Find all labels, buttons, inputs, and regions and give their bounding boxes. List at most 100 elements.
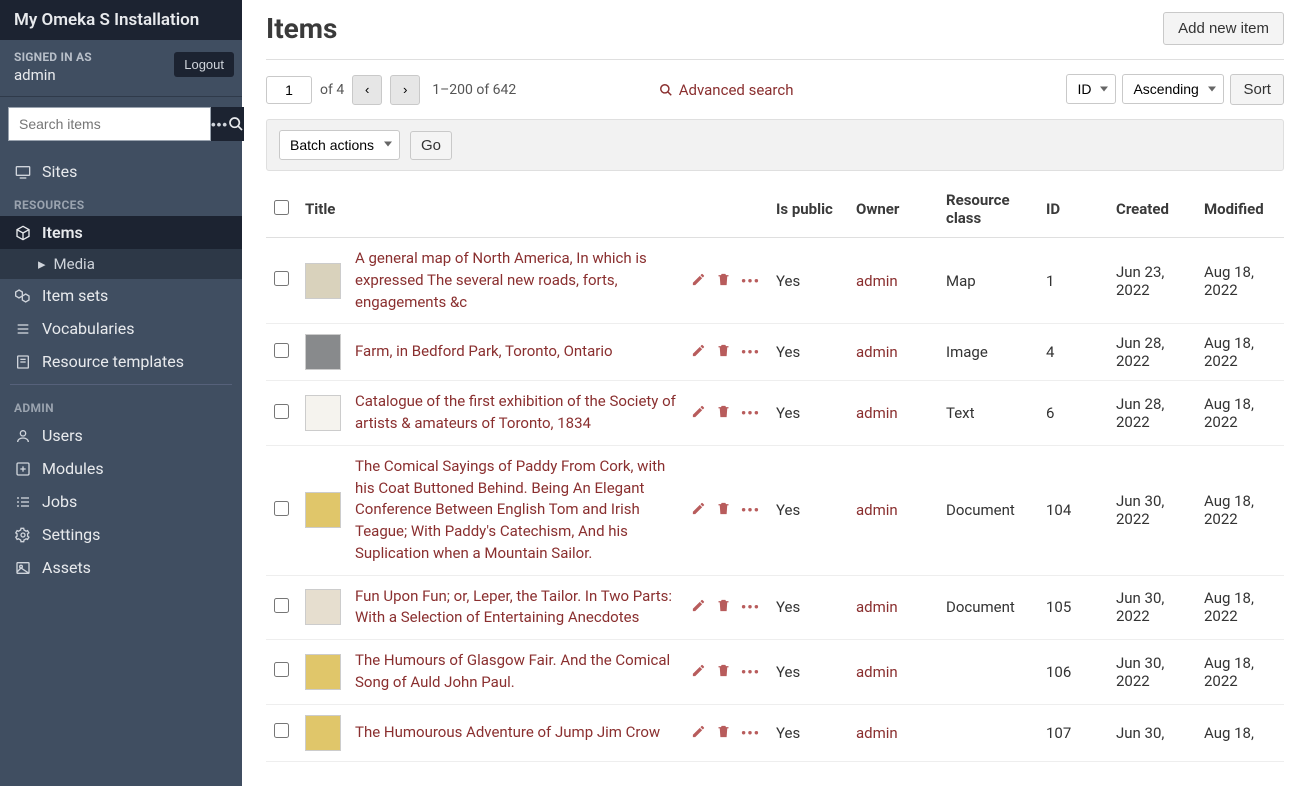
add-new-item-button[interactable]: Add new item	[1163, 12, 1284, 45]
row-checkbox[interactable]	[274, 501, 289, 516]
ellipsis-icon[interactable]: •••	[741, 724, 760, 742]
monitor-icon	[14, 164, 32, 180]
owner-link[interactable]: admin	[856, 501, 898, 519]
col-is-public[interactable]: Is public	[768, 181, 848, 238]
nav-item-sets[interactable]: Item sets	[0, 279, 242, 312]
ellipsis-icon[interactable]: •••	[741, 598, 760, 616]
cell-id: 104	[1038, 445, 1108, 575]
row-checkbox[interactable]	[274, 598, 289, 613]
nav-resource-templates[interactable]: Resource templates	[0, 345, 242, 378]
row-checkbox[interactable]	[274, 271, 289, 286]
trash-icon[interactable]	[716, 404, 731, 422]
cell-created: Jun 23, 2022	[1108, 238, 1196, 324]
nav-users[interactable]: Users	[0, 419, 242, 452]
item-title-link[interactable]: Fun Upon Fun; or, Leper, the Tailor. In …	[355, 586, 681, 630]
items-table: Title Is public Owner Resource class ID …	[266, 181, 1284, 762]
col-id[interactable]: ID	[1038, 181, 1108, 238]
nav-settings[interactable]: Settings	[0, 518, 242, 551]
owner-link[interactable]: admin	[856, 598, 898, 616]
select-all-checkbox[interactable]	[274, 200, 289, 215]
owner-link[interactable]: admin	[856, 663, 898, 681]
trash-icon[interactable]	[716, 343, 731, 361]
cell-is-public: Yes	[768, 640, 848, 705]
cell-modified: Aug 18, 2022	[1196, 324, 1284, 381]
nav-jobs[interactable]: Jobs	[0, 485, 242, 518]
sort-field-select[interactable]: ID	[1066, 74, 1116, 104]
row-checkbox[interactable]	[274, 723, 289, 738]
col-modified[interactable]: Modified	[1196, 181, 1284, 238]
next-page-button[interactable]: ›	[390, 75, 420, 105]
item-thumbnail[interactable]	[305, 263, 341, 299]
owner-link[interactable]: admin	[856, 724, 898, 742]
batch-go-button[interactable]: Go	[410, 131, 452, 160]
owner-link[interactable]: admin	[856, 404, 898, 422]
nav-sites[interactable]: Sites	[0, 155, 242, 188]
page-range-text: 1–200 of 642	[432, 82, 516, 98]
owner-link[interactable]: admin	[856, 343, 898, 361]
caret-right-icon: ▸	[38, 255, 46, 273]
item-title-link[interactable]: The Comical Sayings of Paddy From Cork, …	[355, 456, 681, 565]
row-checkbox[interactable]	[274, 662, 289, 677]
sort-direction-select[interactable]: Ascending	[1122, 74, 1224, 104]
item-title-link[interactable]: Farm, in Bedford Park, Toronto, Ontario	[355, 341, 613, 363]
logout-button[interactable]: Logout	[174, 52, 234, 77]
item-title-link[interactable]: A general map of North America, In which…	[355, 248, 681, 313]
ellipsis-icon[interactable]: •••	[741, 501, 760, 519]
cell-created: Jun 28, 2022	[1108, 381, 1196, 446]
item-thumbnail[interactable]	[305, 715, 341, 751]
nav-label: Jobs	[42, 492, 77, 511]
trash-icon[interactable]	[716, 663, 731, 681]
trash-icon[interactable]	[716, 501, 731, 519]
item-title-link[interactable]: The Humours of Glasgow Fair. And the Com…	[355, 650, 681, 694]
search-options-button[interactable]: •••	[211, 107, 228, 141]
ellipsis-icon[interactable]: •••	[741, 272, 760, 290]
sort-button[interactable]: Sort	[1230, 74, 1284, 105]
trash-icon[interactable]	[716, 272, 731, 290]
nav-label: Modules	[42, 459, 104, 478]
col-resource-class[interactable]: Resource class	[938, 181, 1038, 238]
trash-icon[interactable]	[716, 598, 731, 616]
nav-vocabularies[interactable]: Vocabularies	[0, 312, 242, 345]
search-input[interactable]	[8, 107, 211, 141]
col-created[interactable]: Created	[1108, 181, 1196, 238]
table-row: The Humours of Glasgow Fair. And the Com…	[266, 640, 1284, 705]
table-row: The Humourous Adventure of Jump Jim Crow…	[266, 704, 1284, 761]
nav-items[interactable]: Items	[0, 216, 242, 249]
edit-icon[interactable]	[691, 404, 706, 422]
col-owner[interactable]: Owner	[848, 181, 938, 238]
brand-title[interactable]: My Omeka S Installation	[0, 0, 242, 40]
cell-modified: Aug 18, 2022	[1196, 575, 1284, 640]
nav-media[interactable]: ▸ Media	[0, 249, 242, 279]
edit-icon[interactable]	[691, 663, 706, 681]
item-thumbnail[interactable]	[305, 334, 341, 370]
nav-assets[interactable]: Assets	[0, 551, 242, 584]
col-title[interactable]: Title	[297, 181, 768, 238]
item-thumbnail[interactable]	[305, 492, 341, 528]
item-thumbnail[interactable]	[305, 589, 341, 625]
item-thumbnail[interactable]	[305, 654, 341, 690]
cell-created: Jun 30, 2022	[1108, 575, 1196, 640]
edit-icon[interactable]	[691, 343, 706, 361]
prev-page-button[interactable]: ‹	[352, 75, 382, 105]
ellipsis-icon[interactable]: •••	[741, 343, 760, 361]
nav-heading-resources: RESOURCES	[0, 188, 242, 216]
advanced-search-link[interactable]: Advanced search	[659, 81, 794, 99]
item-title-link[interactable]: The Humourous Adventure of Jump Jim Crow	[355, 722, 660, 744]
edit-icon[interactable]	[691, 501, 706, 519]
ellipsis-icon[interactable]: •••	[741, 404, 760, 422]
item-title-link[interactable]: Catalogue of the first exhibition of the…	[355, 391, 681, 435]
edit-icon[interactable]	[691, 598, 706, 616]
nav-label: Settings	[42, 525, 100, 544]
ellipsis-icon[interactable]: •••	[741, 663, 760, 681]
sidebar: My Omeka S Installation SIGNED IN AS adm…	[0, 0, 242, 786]
edit-icon[interactable]	[691, 272, 706, 290]
owner-link[interactable]: admin	[856, 272, 898, 290]
row-checkbox[interactable]	[274, 343, 289, 358]
row-checkbox[interactable]	[274, 404, 289, 419]
nav-modules[interactable]: Modules	[0, 452, 242, 485]
item-thumbnail[interactable]	[305, 395, 341, 431]
page-number-input[interactable]	[266, 76, 312, 104]
trash-icon[interactable]	[716, 724, 731, 742]
edit-icon[interactable]	[691, 724, 706, 742]
batch-actions-select[interactable]: Batch actions	[279, 130, 400, 160]
